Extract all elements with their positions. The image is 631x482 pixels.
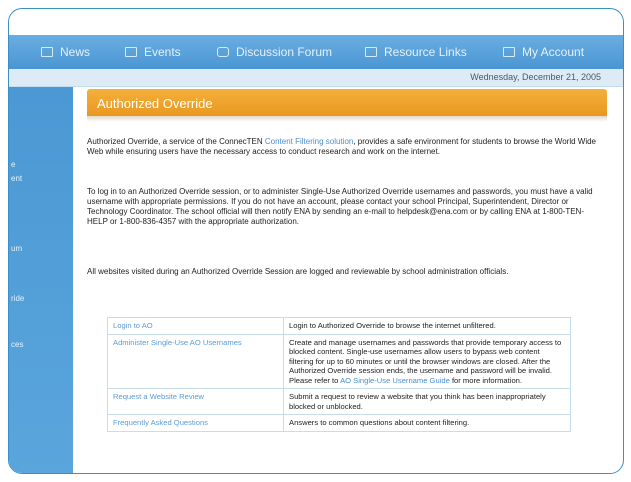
- nav-item-resource-links[interactable]: Resource Links: [365, 45, 467, 59]
- nav-item-my-account[interactable]: My Account: [503, 45, 584, 59]
- date-bar: Wednesday, December 21, 2005: [9, 69, 623, 87]
- sidebar-item-5[interactable]: ces: [11, 340, 23, 349]
- sidebar-item-2[interactable]: ent: [11, 174, 22, 183]
- current-date: Wednesday, December 21, 2005: [470, 72, 601, 82]
- table-row: Administer Single-Use AO Usernames Creat…: [107, 333, 571, 389]
- sidebar-item-1[interactable]: e: [11, 160, 15, 169]
- page-header: Authorized Override: [87, 89, 607, 116]
- ao-guide-link[interactable]: AO Single-Use Username Guide: [340, 376, 450, 385]
- request-review-link[interactable]: Request a Website Review: [107, 388, 284, 415]
- nav-label-discussion-forum: Discussion Forum: [236, 45, 333, 59]
- sidebar: e ent um ride ces: [9, 87, 73, 473]
- page-title: Authorized Override: [97, 96, 213, 111]
- header-shadow: [87, 116, 607, 122]
- login-to-ao-description: Login to Authorized Override to browse t…: [283, 317, 571, 335]
- nav-label-events: Events: [144, 45, 181, 59]
- ao-links-table: Login to AO Login to Authorized Override…: [107, 317, 571, 432]
- my-account-icon: [503, 47, 515, 57]
- sidebar-item-3[interactable]: um: [11, 244, 22, 253]
- nav-label-my-account: My Account: [522, 45, 585, 59]
- browser-frame: News Events Discussion Forum Resource Li…: [8, 8, 624, 474]
- table-row: Request a Website Review Submit a reques…: [107, 388, 571, 415]
- content-filtering-link[interactable]: Content Filtering solution: [265, 137, 354, 146]
- administer-desc-post: for more information.: [449, 375, 522, 385]
- resource-links-icon: [365, 47, 377, 57]
- faq-description: Answers to common questions about conten…: [283, 414, 571, 432]
- nav-item-events[interactable]: Events: [125, 45, 181, 59]
- discussion-forum-icon: [217, 47, 229, 57]
- table-row: Frequently Asked Questions Answers to co…: [107, 414, 571, 432]
- sidebar-item-4[interactable]: ride: [11, 294, 24, 303]
- top-navigation: News Events Discussion Forum Resource Li…: [9, 35, 623, 69]
- events-icon: [125, 47, 137, 57]
- login-instructions-paragraph: To log in to an Authorized Override sess…: [87, 187, 593, 226]
- nav-item-news[interactable]: News: [41, 45, 90, 59]
- administer-usernames-link[interactable]: Administer Single-Use AO Usernames: [107, 333, 284, 389]
- nav-item-discussion-forum[interactable]: Discussion Forum: [217, 45, 332, 59]
- login-to-ao-link[interactable]: Login to AO: [107, 317, 284, 335]
- main-content: Authorized Override Authorized Override,…: [87, 89, 607, 473]
- nav-label-news: News: [60, 45, 91, 59]
- administer-usernames-description: Create and manage usernames and password…: [283, 333, 571, 389]
- intro-paragraph: Authorized Override, a service of the Co…: [87, 137, 599, 157]
- news-icon: [41, 47, 53, 57]
- table-row: Login to AO Login to Authorized Override…: [107, 317, 571, 335]
- request-review-description: Submit a request to review a website tha…: [283, 388, 571, 415]
- nav-label-resource-links: Resource Links: [384, 45, 467, 59]
- faq-link[interactable]: Frequently Asked Questions: [107, 414, 284, 432]
- intro-text-pre: Authorized Override, a service of the Co…: [87, 137, 265, 146]
- logging-notice-paragraph: All websites visited during an Authorize…: [87, 267, 509, 276]
